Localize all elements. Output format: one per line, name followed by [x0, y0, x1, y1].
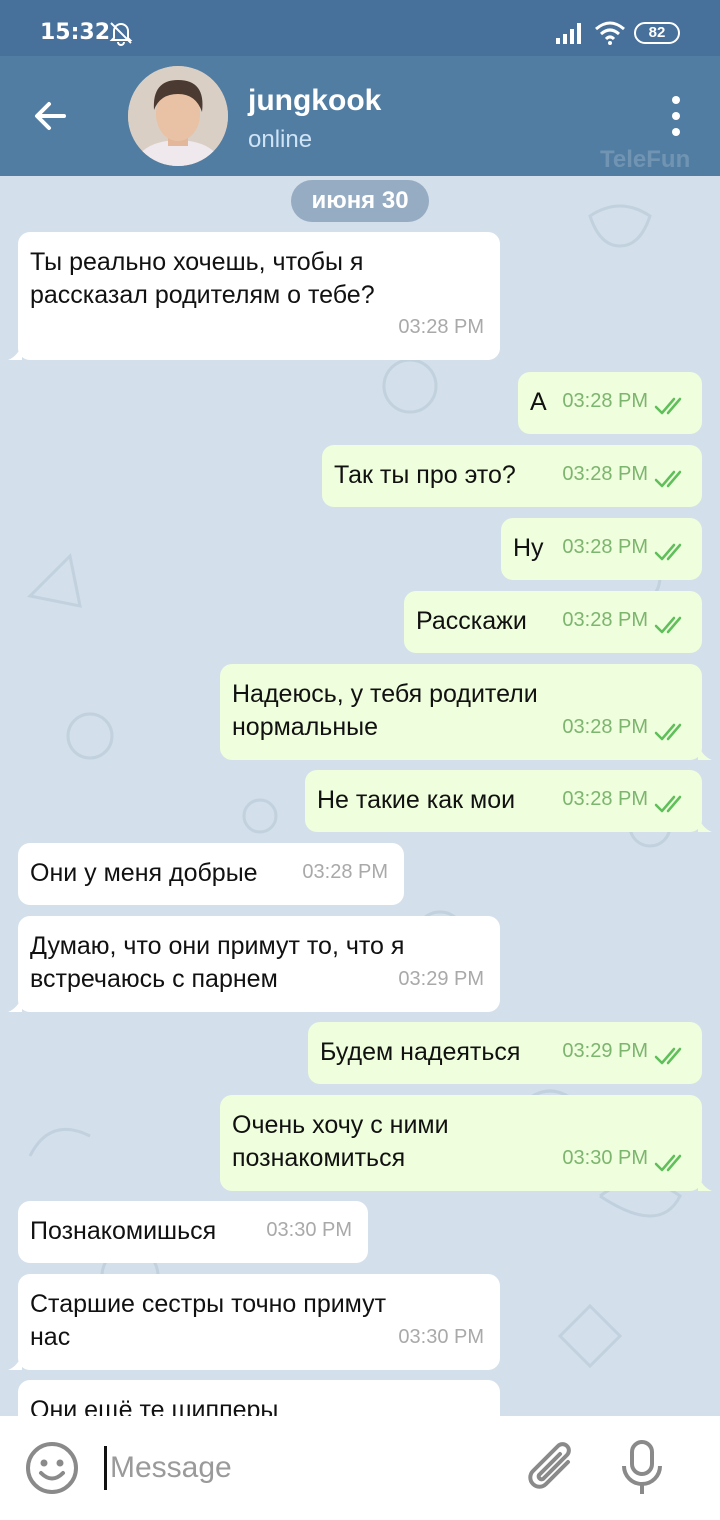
- date-separator: июня 30: [291, 180, 429, 222]
- bell-off-icon: [109, 22, 133, 46]
- bubble-tail: [698, 744, 712, 760]
- mic-icon[interactable]: [616, 1438, 668, 1498]
- message-text: Ты реально хочешь, чтобы я рассказал род…: [30, 248, 375, 309]
- bubble-tail: [698, 1175, 712, 1191]
- battery-icon: 82: [634, 22, 680, 44]
- status-time: 15:32: [40, 20, 111, 45]
- incoming-message[interactable]: Ты реально хочешь, чтобы я рассказал род…: [8, 232, 500, 360]
- avatar-photo: [128, 66, 228, 166]
- attach-icon[interactable]: [524, 1438, 582, 1498]
- outgoing-message[interactable]: Надеюсь, у тебя родители нормальные 03:28…: [220, 664, 712, 760]
- read-receipt-icon: [654, 723, 682, 741]
- emoji-icon[interactable]: [24, 1440, 80, 1496]
- contact-name[interactable]: jungkook: [248, 84, 381, 118]
- message-time: 03:28 PM: [398, 316, 484, 338]
- read-receipt-icon: [654, 616, 682, 634]
- message-list[interactable]: июня 30 Ты реально хочешь, чтобы я расск…: [0, 176, 720, 1416]
- message-time: 03:28 PM: [562, 463, 648, 485]
- outgoing-message[interactable]: Так ты про это? 03:28 PM: [322, 445, 702, 507]
- incoming-message[interactable]: Думаю, что они примут то, что я встречаю…: [8, 916, 500, 1012]
- watermark: TeleFun: [600, 146, 691, 173]
- status-bar: 15:32 82: [0, 0, 720, 56]
- read-receipt-icon: [654, 397, 682, 415]
- bubble-tail: [8, 344, 22, 360]
- message-time: 03:28 PM: [562, 536, 648, 558]
- back-arrow-icon[interactable]: [30, 96, 70, 136]
- incoming-message[interactable]: Они у меня добрые 03:28 PM: [18, 843, 404, 905]
- text-cursor: [104, 1446, 107, 1490]
- message-input[interactable]: [108, 1442, 512, 1494]
- bubble-tail: [8, 1354, 22, 1370]
- read-receipt-icon: [654, 470, 682, 488]
- message-time: 03:29 PM: [398, 968, 484, 990]
- composer: [0, 1416, 720, 1520]
- incoming-message[interactable]: Они ещё те шипперы: [18, 1380, 500, 1416]
- message-time: 03:30 PM: [562, 1147, 648, 1169]
- message-time: 03:28 PM: [562, 390, 648, 412]
- outgoing-message[interactable]: Очень хочу с ними познакомиться 03:30 PM: [220, 1095, 712, 1191]
- chat-header: jungkook online TeleFun: [0, 56, 720, 176]
- bubble-tail: [698, 816, 712, 832]
- incoming-message[interactable]: Старшие сестры точно примут нас 03:30 PM: [8, 1274, 500, 1370]
- outgoing-message[interactable]: Не такие как мои 03:28 PM: [305, 770, 712, 832]
- message-time: 03:30 PM: [266, 1219, 352, 1241]
- message-time: 03:28 PM: [562, 609, 648, 631]
- read-receipt-icon: [654, 1047, 682, 1065]
- message-time: 03:28 PM: [562, 788, 648, 810]
- read-receipt-icon: [654, 543, 682, 561]
- avatar[interactable]: [128, 66, 228, 166]
- outgoing-message[interactable]: Расскажи 03:28 PM: [404, 591, 702, 653]
- contact-status: online: [248, 126, 313, 153]
- signal-icon: [556, 23, 581, 44]
- read-receipt-icon: [654, 795, 682, 813]
- incoming-message[interactable]: Познакомишься 03:30 PM: [18, 1201, 368, 1263]
- bubble-tail: [8, 996, 22, 1012]
- message-time: 03:30 PM: [398, 1326, 484, 1348]
- battery-level: 82: [648, 24, 666, 41]
- outgoing-message[interactable]: Будем надеяться 03:29 PM: [308, 1022, 702, 1084]
- message-text: Они ещё те шипперы: [30, 1396, 279, 1416]
- outgoing-message[interactable]: Ну 03:28 PM: [501, 518, 702, 580]
- read-receipt-icon: [654, 1154, 682, 1172]
- more-vertical-icon[interactable]: [662, 92, 690, 140]
- outgoing-message[interactable]: А 03:28 PM: [518, 372, 702, 434]
- wifi-icon: [595, 21, 625, 45]
- message-time: 03:29 PM: [562, 1040, 648, 1062]
- message-time: 03:28 PM: [562, 716, 648, 738]
- message-time: 03:28 PM: [302, 861, 388, 883]
